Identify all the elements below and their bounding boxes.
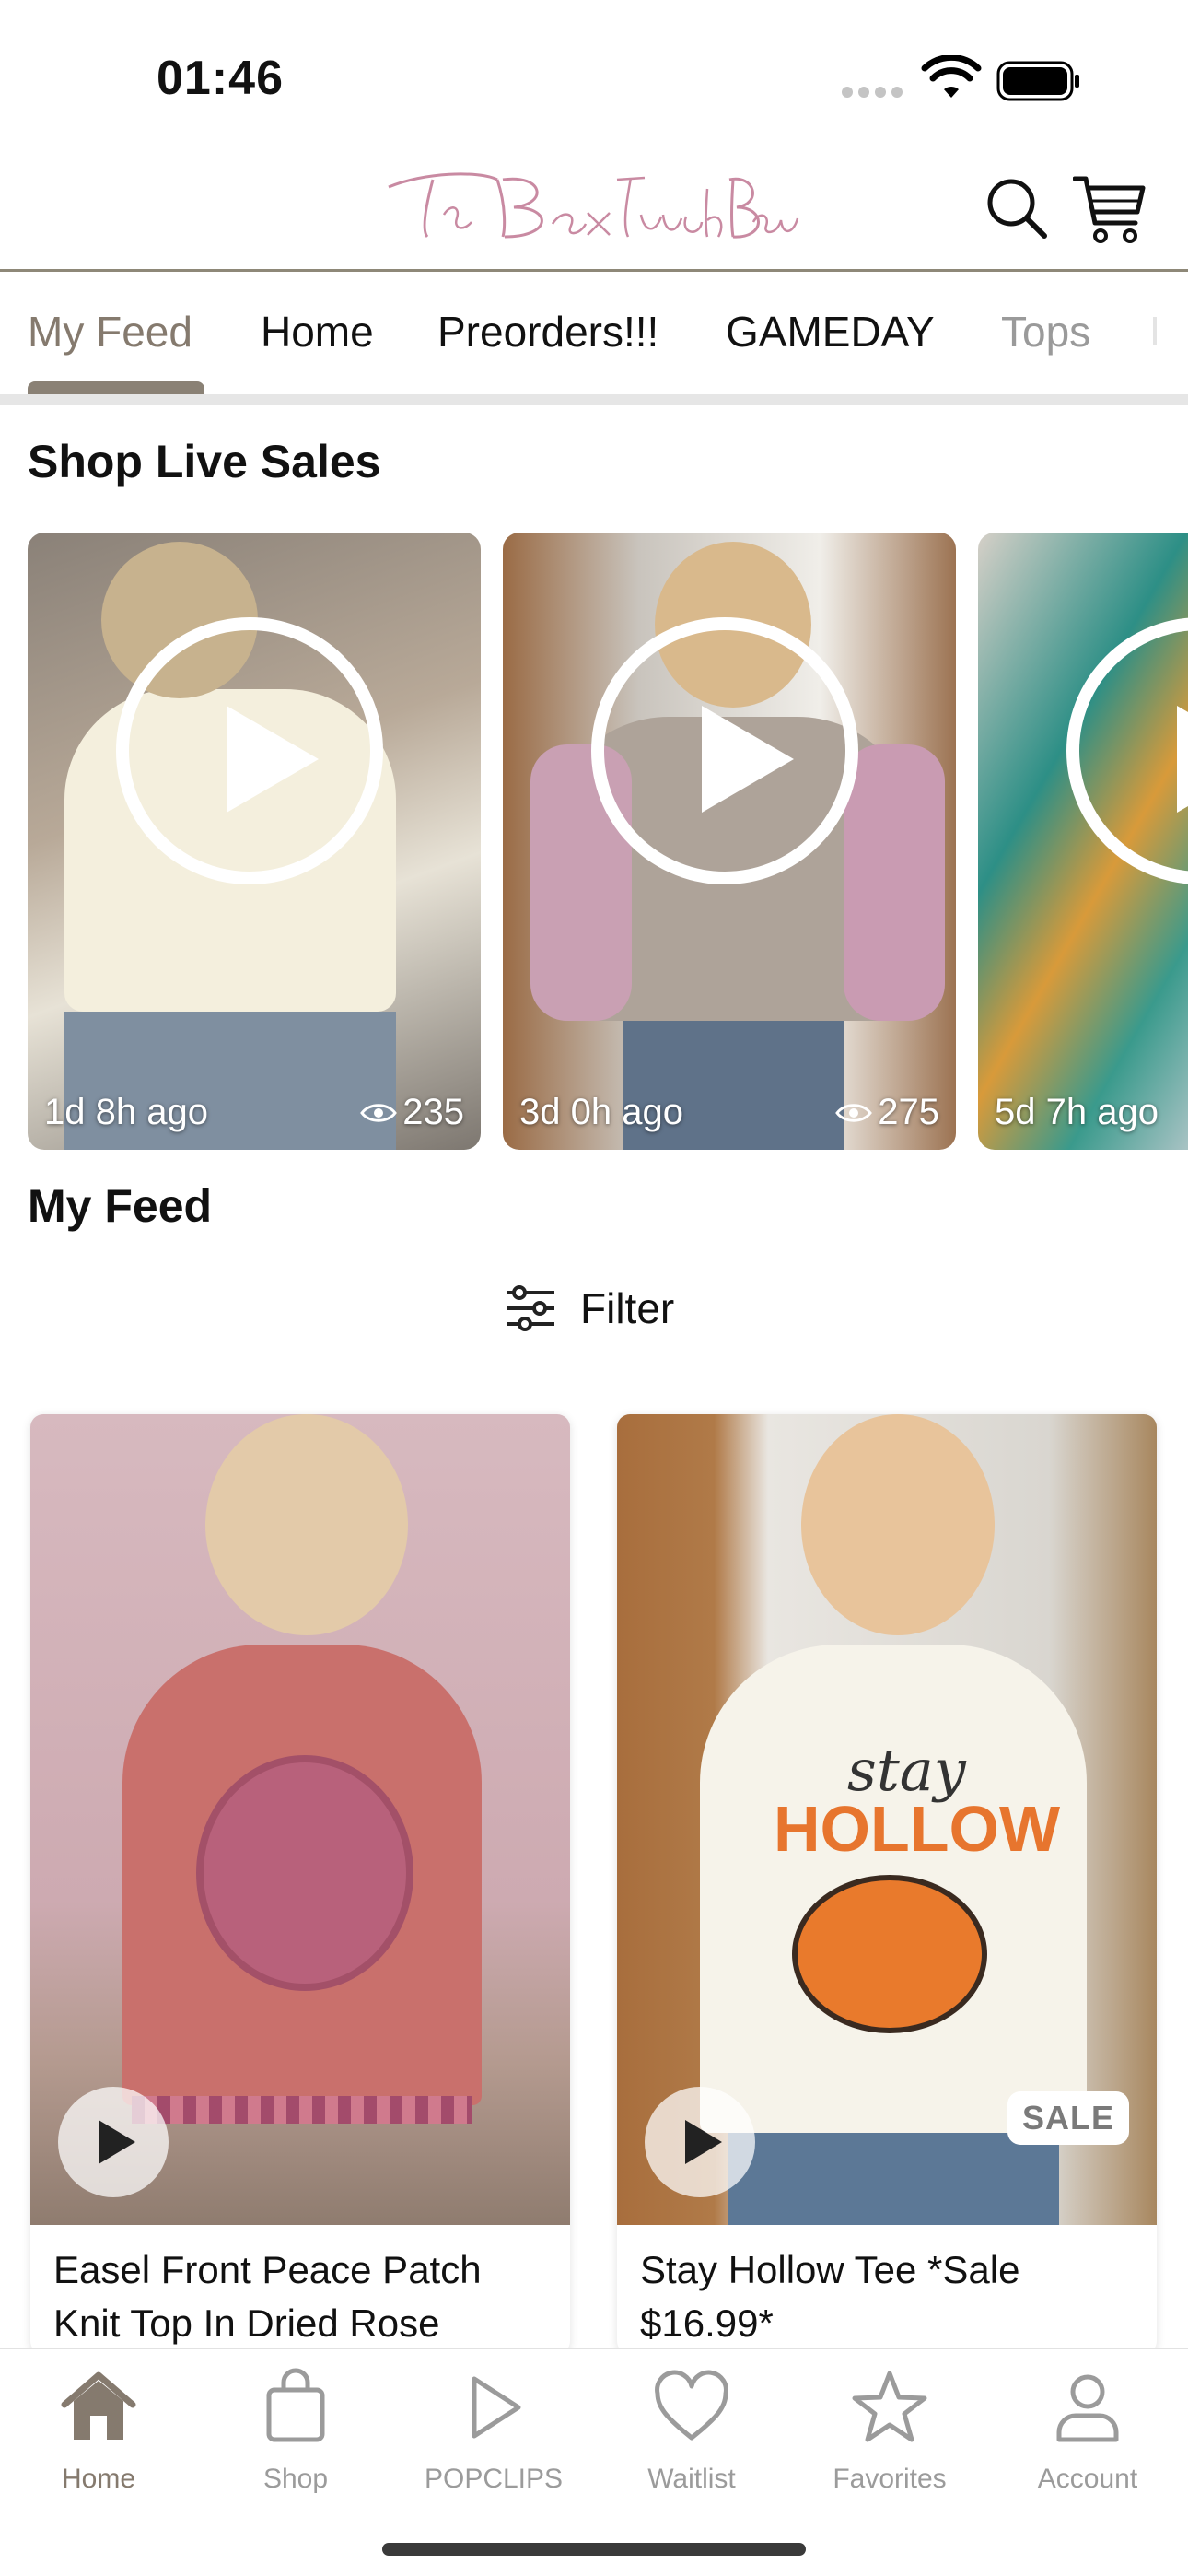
battery-icon [996,61,1079,101]
brand-logo[interactable] [368,152,801,263]
live-sale-time: 3d 0h ago [519,1092,683,1132]
play-icon[interactable] [645,2087,755,2197]
play-icon[interactable] [58,2087,169,2197]
tab-my-feed[interactable]: My Feed [28,302,192,361]
status-time: 01:46 [157,52,284,105]
nav-popclips[interactable]: POPCLIPS [402,2368,586,2495]
model-head [801,1414,995,1635]
live-sale-views: 275 [835,1092,939,1133]
nav-shop[interactable]: Shop [204,2368,388,2495]
filter-button[interactable]: Filter [505,1279,674,1338]
sale-badge: SALE [1007,2091,1129,2145]
signal-icon [842,87,853,98]
product-card[interactable]: Easel Front Peace Patch Knit Top In Drie… [30,1414,570,2354]
user-icon [1056,2374,1119,2442]
my-feed-title: My Feed [28,1180,213,1232]
tab-gameday[interactable]: GAMEDAY [726,302,935,361]
live-sale-time: 1d 8h ago [44,1092,208,1132]
tab-active-indicator [28,381,204,394]
product-name: Easel Front Peace Patch Knit Top In Drie… [53,2248,482,2345]
eye-icon [360,1103,398,1122]
heart-icon [655,2370,728,2441]
star-icon [852,2371,927,2442]
product-name: Stay Hollow Tee *Sale $16.99* [640,2248,1020,2345]
signal-icon [891,87,903,98]
nav-waitlist[interactable]: Waitlist [600,2368,784,2495]
signal-icon [875,87,886,98]
play-icon[interactable] [116,617,383,884]
tab-home[interactable]: Home [261,302,374,361]
filter-label: Filter [580,1284,675,1332]
play-icon [472,2376,521,2439]
search-icon[interactable] [984,175,1050,241]
play-icon[interactable] [591,617,858,884]
nav-favorites[interactable]: Favorites [798,2368,982,2495]
home-icon [61,2371,136,2440]
nav-account[interactable]: Account [996,2368,1180,2495]
wifi-icon [921,55,982,98]
signal-icon [858,87,869,98]
peace-patch [196,1755,413,1991]
pumpkin-graphic [792,1875,987,2033]
shirt-graphic-text: HOLLOW [774,1793,1061,1865]
live-sale-card[interactable]: 3d 0h ago 275 [503,533,956,1150]
model-jeans [728,2133,1059,2225]
product-card[interactable]: stay HOLLOW SALE Stay Hollow Tee *Sale $… [617,1414,1157,2354]
filter-sliders-icon [507,1285,554,1331]
live-sale-time: 5d 7h ago [995,1092,1159,1132]
cart-icon[interactable] [1073,173,1147,245]
eye-icon [835,1103,873,1122]
play-icon[interactable] [1066,617,1188,884]
live-sales-title: Shop Live Sales [28,436,381,487]
brand-logo-mark [388,172,799,239]
model-head [205,1414,408,1635]
tab-overflow [1153,317,1157,345]
live-sale-views: 235 [360,1092,464,1133]
live-sale-card[interactable]: 5d 7h ago [978,533,1188,1150]
nav-home[interactable]: Home [6,2368,191,2495]
tabs-divider [0,394,1188,405]
tab-preorders[interactable]: Preorders!!! [437,302,658,361]
header-divider [0,269,1188,272]
live-sale-card[interactable]: 1d 8h ago 235 [28,533,481,1150]
knit-hem [132,2096,472,2124]
shopping-bag-icon [266,2368,325,2442]
video-thumbnail-sleeve [844,744,945,1021]
home-indicator [382,2543,806,2556]
tab-tops[interactable]: Tops [1001,302,1090,361]
